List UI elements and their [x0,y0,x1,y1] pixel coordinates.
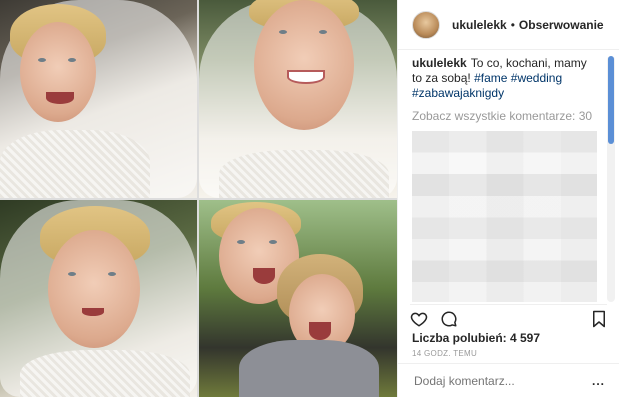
comment-icon[interactable] [440,310,458,328]
eye [68,58,76,62]
mouth [253,268,275,284]
hashtag-fame[interactable]: #fame [474,71,507,85]
bookmark-icon[interactable] [591,310,607,328]
dress [20,350,190,397]
eye [108,272,116,276]
eye [319,30,327,34]
likes-count[interactable]: Liczba polubień: 4 597 [412,331,540,345]
eye [68,272,76,276]
hashtag-wedding[interactable]: #wedding [511,71,562,85]
add-comment-bar: ... [398,363,619,397]
follow-button[interactable]: Obserwowanie [519,18,604,32]
caption-username[interactable]: ukulelekk [412,56,467,70]
post-header: ukulelekk • Obserwowanie [398,0,619,50]
more-options-icon[interactable]: ... [592,374,605,388]
instagram-post: ukulelekk • Obserwowanie ukulelekk To co,… [0,0,619,397]
photo-woman-and-child [199,200,397,397]
avatar[interactable] [412,10,440,39]
photo-bride-pout [0,200,197,397]
face [20,22,96,122]
photo-bride-smile [199,0,397,198]
header-separator: • [510,17,515,32]
post-photo-collage[interactable] [0,0,397,397]
mouth [46,92,74,104]
post-caption: ukulelekk To co, kochani, mamy to za sobą… [412,56,597,101]
mouth [287,70,325,84]
eye [269,240,277,244]
dress [219,150,389,198]
view-all-comments-link[interactable]: Zobacz wszystkie komentarze: 30 [412,109,597,123]
hashtag-zabawajaknigdy[interactable]: #zabawajaknigdy [412,86,504,100]
eye [237,240,245,244]
scrollbar-thumb[interactable] [608,56,614,144]
post-sidebar: ukulelekk • Obserwowanie ukulelekk To co,… [397,0,619,397]
eye [279,30,287,34]
post-timestamp[interactable]: 14 GODZ. TEMU [412,349,477,358]
heart-icon[interactable] [410,310,428,328]
photo-bride-veil-1 [0,0,197,198]
action-bar [410,304,607,333]
face [48,230,140,348]
comments-section[interactable]: ukulelekk To co, kochani, mamy to za sobą… [412,56,597,302]
child-clothes [239,340,379,397]
mouth [82,308,104,316]
child-mouth [309,322,331,340]
header-username[interactable]: ukulelekk [452,18,507,32]
dress [0,130,150,198]
comments-scrollbar[interactable] [607,56,615,302]
comment-input[interactable] [412,372,592,389]
eye [38,58,46,62]
face [254,0,354,130]
blurred-comments [412,131,597,302]
